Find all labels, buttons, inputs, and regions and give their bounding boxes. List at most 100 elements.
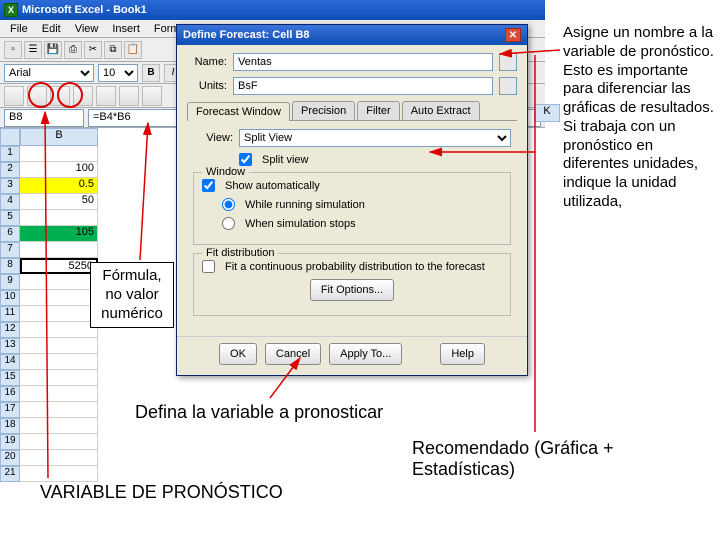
print-icon[interactable]: ⎙ (64, 41, 82, 59)
cell[interactable] (20, 274, 98, 290)
row-hdr[interactable]: 10 (0, 290, 20, 306)
tab-panel: View: Split View Split view Window Show … (187, 121, 517, 332)
name-box[interactable]: B8 (4, 109, 84, 127)
annotation-right: Asigne un nombre a la variable de pronós… (563, 24, 715, 212)
window-group: Window Show automatically While running … (193, 172, 511, 245)
row-hdr[interactable]: 4 (0, 194, 20, 210)
menu-edit[interactable]: Edit (36, 22, 67, 36)
show-auto-label: Show automatically (225, 180, 320, 192)
row-hdr[interactable]: 16 (0, 386, 20, 402)
cell[interactable] (20, 370, 98, 386)
row-hdr[interactable]: 20 (0, 450, 20, 466)
split-view-checkbox[interactable] (239, 153, 252, 166)
excel-icon: X (4, 3, 18, 17)
copy-icon[interactable]: ⧉ (104, 41, 122, 59)
cell[interactable] (20, 402, 98, 418)
row-hdr[interactable]: 11 (0, 306, 20, 322)
row-hdr[interactable]: 7 (0, 242, 20, 258)
row-hdr[interactable]: 5 (0, 210, 20, 226)
row-hdr[interactable]: 1 (0, 146, 20, 162)
ok-button[interactable]: OK (219, 343, 257, 365)
col-hdr-k[interactable]: K (534, 104, 560, 122)
opt-running-radio[interactable] (222, 198, 235, 211)
bold-button[interactable]: B (142, 64, 160, 82)
cb-reset-icon[interactable] (96, 86, 116, 106)
cell[interactable] (20, 434, 98, 450)
view-label: View: (193, 132, 233, 144)
cell-picker-icon[interactable] (499, 53, 517, 71)
cell-picker-icon[interactable] (499, 77, 517, 95)
dialog-titlebar: Define Forecast: Cell B8 ✕ (177, 25, 527, 45)
cell[interactable] (20, 338, 98, 354)
highlight-circle (28, 82, 54, 108)
name-field[interactable] (233, 53, 493, 71)
annotation-recommended: Recomendado (Gráfica + Estadísticas) (412, 438, 720, 480)
opt-stops-label: When simulation stops (245, 218, 356, 230)
cell[interactable] (20, 322, 98, 338)
tab-filter[interactable]: Filter (357, 101, 399, 120)
cell[interactable] (20, 466, 98, 482)
split-view-label: Split view (262, 154, 308, 166)
cell[interactable] (20, 418, 98, 434)
cell[interactable] (20, 354, 98, 370)
row-hdr[interactable]: 17 (0, 402, 20, 418)
cell-b2[interactable]: 100 (20, 162, 98, 178)
opt-stops-radio[interactable] (222, 217, 235, 230)
units-label: Units: (187, 80, 227, 92)
view-select[interactable]: Split View (239, 129, 511, 147)
font-select[interactable]: Arial (4, 64, 94, 82)
close-icon[interactable]: ✕ (505, 28, 521, 42)
cell-b4[interactable]: 50 (20, 194, 98, 210)
row-hdr[interactable]: 21 (0, 466, 20, 482)
cell[interactable] (20, 146, 98, 162)
apply-button[interactable]: Apply To... (329, 343, 402, 365)
row-hdr[interactable]: 15 (0, 370, 20, 386)
row-hdr[interactable]: 8 (0, 258, 20, 274)
fit-options-button[interactable]: Fit Options... (310, 279, 394, 301)
cancel-button[interactable]: Cancel (265, 343, 321, 365)
paste-icon[interactable]: 📋 (124, 41, 142, 59)
cell[interactable] (20, 290, 98, 306)
corner[interactable] (0, 128, 20, 146)
cell[interactable] (20, 242, 98, 258)
cell-b3[interactable]: 0.5 (20, 178, 98, 194)
cb-define-assumption-icon[interactable] (4, 86, 24, 106)
row-hdr[interactable]: 19 (0, 434, 20, 450)
cb-reports-icon[interactable] (142, 86, 162, 106)
tabstrip: Forecast Window Precision Filter Auto Ex… (187, 101, 517, 121)
row-hdr[interactable]: 18 (0, 418, 20, 434)
cell-b8[interactable]: 5250 (20, 258, 98, 274)
row-hdr[interactable]: 12 (0, 322, 20, 338)
dialog-footer: OK Cancel Apply To... Help (177, 336, 527, 375)
save-icon[interactable]: 💾 (44, 41, 62, 59)
menu-view[interactable]: View (69, 22, 105, 36)
row-hdr[interactable]: 3 (0, 178, 20, 194)
open-icon[interactable]: ☰ (24, 41, 42, 59)
cell[interactable] (20, 210, 98, 226)
size-select[interactable]: 10 (98, 64, 138, 82)
new-icon[interactable]: ▫ (4, 41, 22, 59)
cut-icon[interactable]: ✂ (84, 41, 102, 59)
cell[interactable] (20, 306, 98, 322)
fit-checkbox[interactable] (202, 260, 215, 273)
col-hdr-b[interactable]: B (20, 128, 98, 146)
row-hdr[interactable]: 14 (0, 354, 20, 370)
help-button[interactable]: Help (440, 343, 485, 365)
row-hdr[interactable]: 9 (0, 274, 20, 290)
cell[interactable] (20, 450, 98, 466)
tab-forecast-window[interactable]: Forecast Window (187, 102, 290, 121)
show-auto-checkbox[interactable] (202, 179, 215, 192)
units-field[interactable] (233, 77, 493, 95)
row-hdr[interactable]: 2 (0, 162, 20, 178)
tab-precision[interactable]: Precision (292, 101, 355, 120)
row-hdr[interactable]: 6 (0, 226, 20, 242)
cell-b6[interactable]: 105 (20, 226, 98, 242)
row-hdr[interactable]: 13 (0, 338, 20, 354)
menu-insert[interactable]: Insert (106, 22, 146, 36)
menu-file[interactable]: File (4, 22, 34, 36)
cell[interactable] (20, 386, 98, 402)
cb-step-icon[interactable] (119, 86, 139, 106)
annotation-define: Defina la variable a pronosticar (135, 402, 383, 423)
titlebar: X Microsoft Excel - Book1 (0, 0, 545, 20)
tab-auto-extract[interactable]: Auto Extract (402, 101, 480, 120)
